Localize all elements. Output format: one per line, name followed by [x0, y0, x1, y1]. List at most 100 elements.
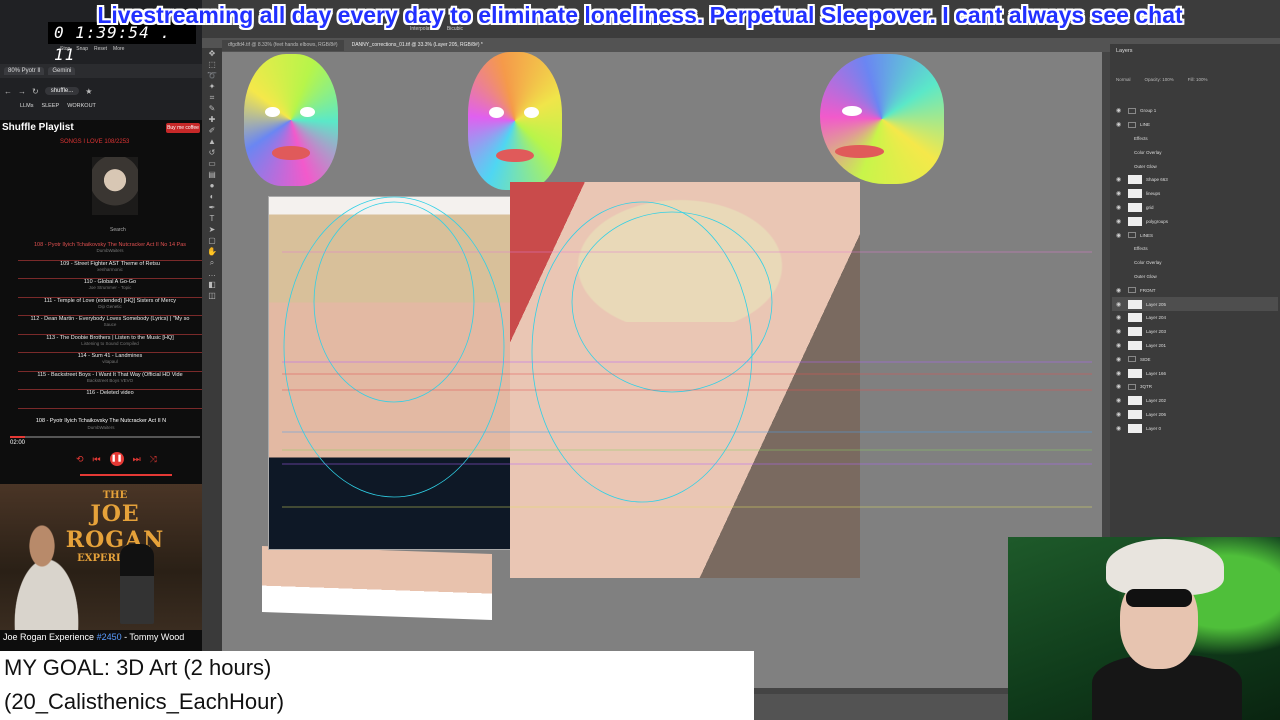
coffee-button[interactable]: Buy me coffee	[166, 123, 200, 133]
layer-row[interactable]: ◉ SIDE	[1112, 352, 1278, 366]
playlist-item[interactable]: 108 - Pyotr Ilyich Tchaikovsky The Nutcr…	[18, 242, 202, 261]
zoom-tool-icon[interactable]: ⌕	[202, 257, 222, 268]
playlist-item[interactable]: 116 - Deleted video	[18, 390, 202, 409]
layer-row[interactable]: ◉ grid	[1112, 201, 1278, 215]
tab-gemini[interactable]: Gemini	[48, 67, 76, 75]
visibility-eye-icon[interactable]: ◉	[1116, 397, 1124, 404]
visibility-eye-icon[interactable]: ◉	[1116, 314, 1124, 321]
shuffle-icon[interactable]: ⤨	[150, 454, 157, 465]
eyedropper-tool-icon[interactable]: ✎	[202, 103, 222, 114]
visibility-eye-icon[interactable]: ◉	[1116, 425, 1124, 432]
playlist-item[interactable]: 112 - Dean Martin - Everybody Loves Some…	[18, 316, 202, 335]
history-brush-icon[interactable]: ↺	[202, 147, 222, 158]
layer-row[interactable]: ◉ Layer 203	[1112, 325, 1278, 339]
layer-row[interactable]: ◉ Layer 206	[1112, 408, 1278, 422]
more-tools-icon[interactable]: …	[202, 268, 222, 279]
previous-icon[interactable]: ⏮	[93, 454, 101, 465]
snap-button[interactable]: Snap	[76, 46, 88, 52]
layer-row[interactable]: ◉ Layer 201	[1112, 339, 1278, 353]
brush-tool-icon[interactable]: ✐	[202, 125, 222, 136]
volume-slider[interactable]	[80, 474, 172, 476]
visibility-eye-icon[interactable]: ◉	[1116, 383, 1124, 390]
layer-row[interactable]: ◉ polygroups	[1112, 214, 1278, 228]
fill-field[interactable]: Fill: 100%	[1188, 77, 1208, 82]
dodge-tool-icon[interactable]: ◐	[202, 191, 222, 202]
visibility-eye-icon[interactable]: ◉	[1116, 301, 1124, 308]
playlist-item[interactable]: 115 - Backstreet Boys - I Want It That W…	[18, 372, 202, 390]
path-select-icon[interactable]: ➤	[202, 224, 222, 235]
marquee-tool-icon[interactable]: ⬚	[202, 59, 222, 70]
visibility-eye-icon[interactable]: ◉	[1116, 411, 1124, 418]
visibility-eye-icon[interactable]: ◉	[1116, 287, 1124, 294]
layer-row[interactable]: Outer Glow	[1112, 270, 1278, 284]
visibility-eye-icon[interactable]: ◉	[1116, 121, 1124, 128]
pen-tool-icon[interactable]: ✒	[202, 202, 222, 213]
layer-row[interactable]: ◉ Layer 204	[1112, 311, 1278, 325]
tab-music[interactable]: 80% Pyotr Il	[4, 67, 45, 75]
visibility-eye-icon[interactable]: ◉	[1116, 190, 1124, 197]
layer-row[interactable]: ◉ 3QTR	[1112, 380, 1278, 394]
repeat-icon[interactable]: ⟲	[76, 454, 84, 465]
eraser-tool-icon[interactable]: ▭	[202, 158, 222, 169]
opacity-field[interactable]: Opacity: 100%	[1145, 77, 1174, 82]
pause-icon[interactable]: ❚❚	[109, 452, 124, 466]
bookmark-llms[interactable]: LLMs	[20, 103, 33, 115]
color-swatch-icon[interactable]: ◧	[202, 279, 222, 290]
visibility-eye-icon[interactable]: ◉	[1116, 176, 1124, 183]
url-field[interactable]: shuffle...	[44, 87, 80, 95]
shape-tool-icon[interactable]: ▢	[202, 235, 222, 246]
layer-row[interactable]: Color Overlay	[1112, 145, 1278, 159]
layer-row[interactable]: ◉ Shape 663	[1112, 173, 1278, 187]
lasso-tool-icon[interactable]: ➰	[202, 70, 222, 81]
stamp-tool-icon[interactable]: ▲	[202, 136, 222, 147]
bookmark-sleep[interactable]: SLEEP	[41, 103, 59, 115]
crop-tool-icon[interactable]: ⌗	[202, 92, 222, 103]
visibility-eye-icon[interactable]: ◉	[1116, 370, 1124, 377]
type-tool-icon[interactable]: T	[202, 213, 222, 224]
playlist-item[interactable]: 111 - Temple of Love (extended) [HQ] Sis…	[18, 298, 202, 316]
layer-row[interactable]: ◉ Layer 0	[1112, 421, 1278, 435]
search-input[interactable]: Search	[110, 227, 126, 233]
layer-row[interactable]: Color Overlay	[1112, 256, 1278, 270]
quick-mask-icon[interactable]: ◫	[202, 290, 222, 301]
doc-tab-1[interactable]: dfgdfd4.tif @ 8.33% (feet hands elbows, …	[222, 40, 344, 51]
visibility-eye-icon[interactable]: ◉	[1116, 218, 1124, 225]
forward-icon[interactable]: →	[18, 87, 26, 96]
layer-row[interactable]: Effects	[1112, 242, 1278, 256]
playlist-item[interactable]: 110 - Global A Go-Go Joe Strummer - Topic	[18, 279, 202, 298]
visibility-eye-icon[interactable]: ◉	[1116, 107, 1124, 114]
reset-button[interactable]: Reset	[94, 46, 107, 52]
blur-tool-icon[interactable]: ●	[202, 180, 222, 191]
stop-button[interactable]: Stop	[60, 46, 70, 52]
layer-row[interactable]: Effects	[1112, 132, 1278, 146]
visibility-eye-icon[interactable]: ◉	[1116, 356, 1124, 363]
gradient-tool-icon[interactable]: ▤	[202, 169, 222, 180]
playlist-item[interactable]: 113 - The Doobie Brothers | Listen to th…	[18, 335, 202, 353]
wand-tool-icon[interactable]: ✦	[202, 81, 222, 92]
layer-row[interactable]: ◉ FRONT	[1112, 283, 1278, 297]
layer-row[interactable]: ◉ Layer 205	[1112, 297, 1278, 311]
layer-row[interactable]: ◉ LINE	[1112, 118, 1278, 132]
next-icon[interactable]: ⏭	[133, 454, 141, 465]
visibility-eye-icon[interactable]: ◉	[1116, 232, 1124, 239]
back-icon[interactable]: ←	[4, 87, 12, 96]
caption-episode[interactable]: #2450	[97, 632, 122, 642]
progress-bar[interactable]	[10, 436, 200, 438]
podcast-video[interactable]: THE JOE ROGAN EXPERIENCE	[0, 484, 202, 630]
layer-row[interactable]: ◉ lineups	[1112, 187, 1278, 201]
layer-row[interactable]: ◉ Layer 202	[1112, 394, 1278, 408]
layer-row[interactable]: ◉ Layer 166	[1112, 366, 1278, 380]
visibility-eye-icon[interactable]: ◉	[1116, 204, 1124, 211]
layer-row[interactable]: ◉ LINES	[1112, 228, 1278, 242]
move-tool-icon[interactable]: ✥	[202, 48, 222, 59]
doc-tab-2[interactable]: DANNY_corrections_01.tif @ 33.3% (Layer …	[345, 40, 489, 51]
visibility-eye-icon[interactable]: ◉	[1116, 328, 1124, 335]
healing-tool-icon[interactable]: ✚	[202, 114, 222, 125]
more-button[interactable]: More	[113, 46, 124, 52]
visibility-eye-icon[interactable]: ◉	[1116, 342, 1124, 349]
bookmark-star-icon[interactable]: ★	[85, 87, 92, 96]
reload-icon[interactable]: ↻	[32, 87, 39, 96]
layer-row[interactable]: ◉ Group 1	[1112, 104, 1278, 118]
bookmark-workout[interactable]: WORKOUT	[67, 103, 96, 115]
playlist-item[interactable]: 109 - Street Fighter AST Theme of Retsu x…	[18, 261, 202, 279]
